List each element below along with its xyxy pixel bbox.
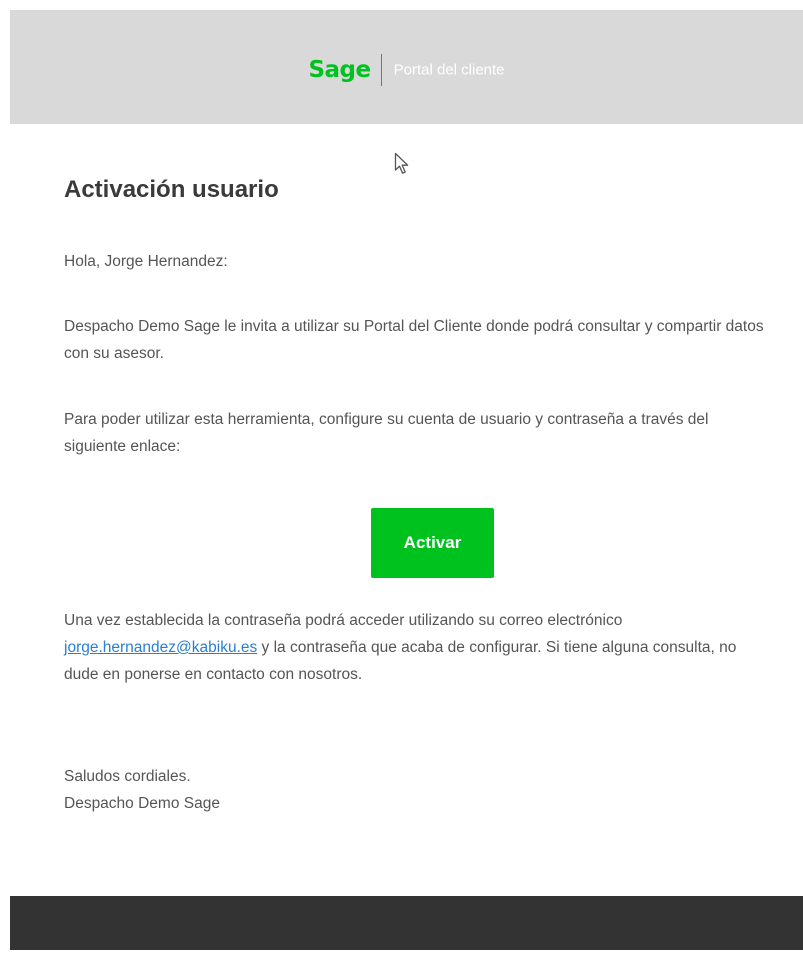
brand-divider xyxy=(380,54,382,86)
email-footer xyxy=(10,896,803,950)
access-info-pre: Una vez establecida la contraseña podrá … xyxy=(64,612,623,629)
greeting-text: Hola, Jorge Hernandez: xyxy=(64,253,228,270)
portal-label: Portal del cliente xyxy=(393,61,505,79)
activate-button[interactable]: Activar xyxy=(371,508,494,578)
invite-text: Despacho Demo Sage le invita a utilizar … xyxy=(64,318,764,362)
closing-text: Saludos cordiales. xyxy=(64,768,191,785)
signature-text: Despacho Demo Sage xyxy=(64,795,220,812)
email-header: Sage Portal del cliente xyxy=(10,10,803,124)
sage-logo: Sage xyxy=(308,57,371,83)
instructions-text: Para poder utilizar esta herramienta, co… xyxy=(64,411,709,455)
email-page: Sage Portal del cliente Activación usuari… xyxy=(0,0,803,958)
brand-lockup: Sage Portal del cliente xyxy=(10,54,803,86)
email-address-link[interactable]: jorge.hernandez@kabiku.es xyxy=(64,639,257,656)
closing-block: Saludos cordiales. Despacho Demo Sage xyxy=(64,763,764,817)
access-info-text: Una vez establecida la contraseña podrá … xyxy=(64,607,764,688)
mouse-pointer-icon xyxy=(394,152,410,176)
email-title: Activación usuario xyxy=(64,176,279,203)
